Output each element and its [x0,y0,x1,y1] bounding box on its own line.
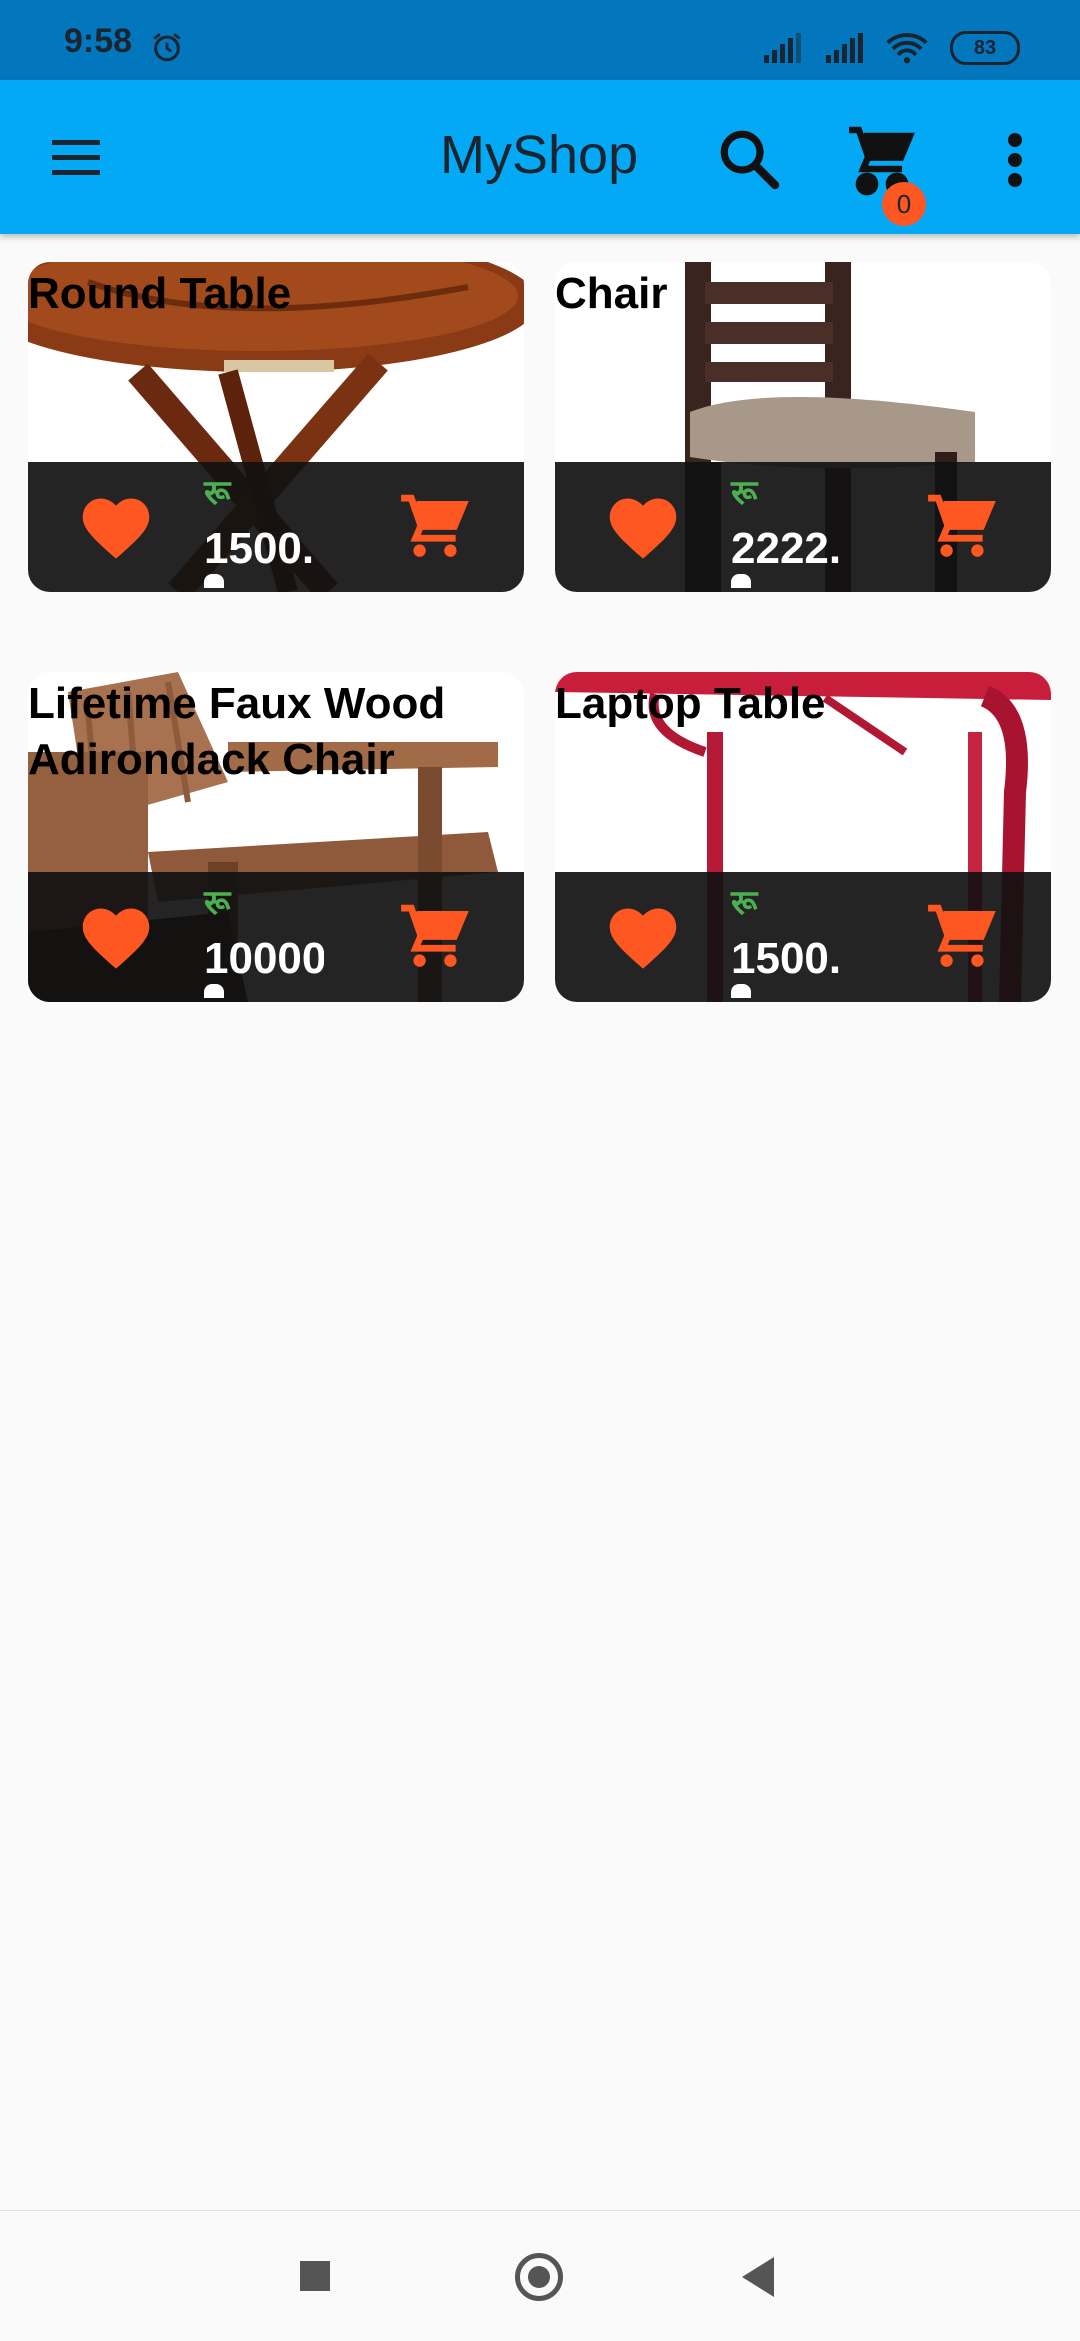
product-price: 1500. [731,934,842,983]
more-vert-icon[interactable] [1000,130,1030,190]
currency-symbol: रू [204,884,231,922]
product-footer: रू 1500. [555,872,1051,1002]
app-bar: MyShop 0 [0,80,1080,234]
wifi-icon [886,33,928,64]
add-to-cart-icon[interactable] [398,492,472,566]
add-to-cart-icon[interactable] [925,492,999,566]
product-title: Round Table [28,269,292,318]
price-overflow [731,984,751,998]
status-time: 9:58 [64,22,133,60]
home-circle-icon[interactable] [515,2253,563,2301]
signal-icon [764,33,801,63]
add-to-cart-icon[interactable] [925,902,999,976]
back-triangle-icon[interactable] [742,2257,774,2297]
system-nav-bar [0,2210,1080,2341]
status-bar: 9:58 83 [0,0,1080,80]
search-icon[interactable] [716,126,782,192]
signal-icon [826,33,863,63]
app-title: MyShop [440,125,639,185]
product-card[interactable]: Chair रू 2222. [555,262,1051,592]
price-overflow [204,984,224,998]
cart-count-badge: 0 [882,182,926,226]
favorite-icon[interactable] [605,492,681,562]
currency-symbol: रू [204,474,231,512]
product-footer: रू 10000 [28,872,524,1002]
favorite-icon[interactable] [605,902,681,972]
recents-square-icon[interactable] [300,2261,330,2291]
add-to-cart-icon[interactable] [398,902,472,976]
status-icons: 83 [762,28,1020,68]
favorite-icon[interactable] [78,902,154,972]
product-title: Chair [555,269,668,318]
price-overflow [204,574,224,588]
product-card[interactable]: Round Table रू 1500. [28,262,524,592]
alarm-icon [153,33,181,62]
product-price: 1500. [204,524,315,573]
currency-symbol: रू [731,474,758,512]
product-footer: रू 2222. [555,462,1051,592]
product-price: 2222. [731,524,842,573]
product-card[interactable]: Laptop Table रू 1500. [555,672,1051,1002]
product-card[interactable]: Lifetime Faux Wood Adirondack Chair रू 1… [28,672,524,1002]
product-footer: रू 1500. [28,462,524,592]
product-title: Lifetime Faux Wood Adirondack Chair [28,679,446,784]
favorite-icon[interactable] [78,492,154,562]
product-price: 10000 [204,934,324,983]
menu-icon[interactable] [48,138,104,178]
battery-level: 83 [973,36,997,59]
product-title: Laptop Table [555,679,826,728]
battery-icon: 83 [950,31,1020,65]
currency-symbol: रू [731,884,758,922]
price-overflow [731,574,751,588]
